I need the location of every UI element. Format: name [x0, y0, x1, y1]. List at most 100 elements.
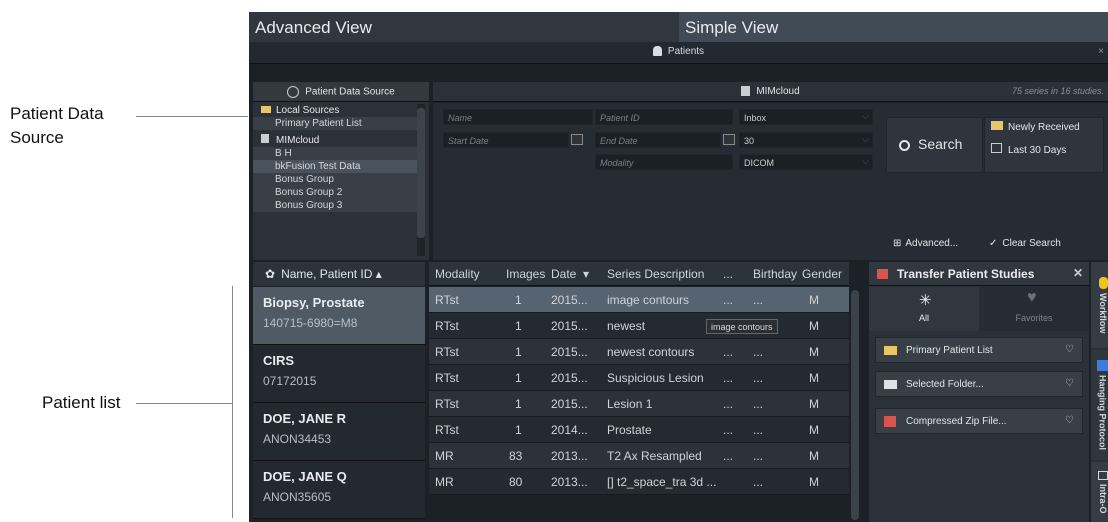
advanced-search-icon: ⊞: [893, 238, 902, 249]
table-row[interactable]: RTst 1 2015... newest M image contours: [429, 313, 849, 339]
col-gender[interactable]: Gender: [802, 267, 842, 281]
start-date-input[interactable]: Start Date: [443, 132, 569, 148]
transfer-primary-patient-list[interactable]: Primary Patient List ♡: [875, 337, 1083, 363]
workflow-icon: [1098, 276, 1108, 289]
table-row[interactable]: RTst 1 2014... Prostate...... M: [429, 417, 849, 443]
table-row[interactable]: RTst 1 2015... newest contours...... M: [429, 339, 849, 365]
source-bkfusion-test-data[interactable]: bkFusion Test Data: [253, 160, 423, 173]
table-row[interactable]: RTst 1 2015... image contours...... M: [429, 287, 849, 313]
source-b-h[interactable]: B H: [253, 147, 423, 160]
source-select[interactable]: Inbox ⌵: [739, 109, 873, 125]
close-icon[interactable]: ✕: [1073, 266, 1083, 280]
col-birthday[interactable]: Birthday: [753, 267, 797, 281]
series-table: RTst 1 2015... image contours...... M RTst 1 2…: [429, 287, 849, 522]
source-primary-patient-list[interactable]: Primary Patient List: [253, 117, 423, 130]
patients-title: Patients: [667, 46, 705, 57]
heart-outline-icon[interactable]: ♡: [1065, 344, 1074, 355]
source-local-sources[interactable]: Local Sources: [253, 104, 423, 117]
close-icon[interactable]: ×: [1098, 46, 1104, 57]
patient-row[interactable]: Biopsy, Prostate 140715-6980=M8: [253, 287, 425, 345]
transfer-icon: [877, 269, 888, 279]
name-input[interactable]: Name: [443, 109, 593, 125]
folder-icon: [261, 106, 271, 113]
folder-icon: [884, 346, 897, 355]
search-button[interactable]: Search: [886, 117, 983, 173]
search-icon: [899, 139, 910, 151]
patient-row[interactable]: DOE, JANE Q ANON35605: [253, 461, 425, 519]
quick-filter-panel: Newly Received Last 30 Days: [984, 117, 1104, 173]
calendar-icon: [991, 143, 1002, 153]
cloud-person-icon: [741, 86, 751, 97]
annotation-pointer-line: [136, 403, 232, 404]
series-scrollbar-thumb[interactable]: [851, 290, 859, 520]
folder-icon: [991, 121, 1003, 130]
table-row[interactable]: RTst 1 2015... Lesion 1...... M: [429, 391, 849, 417]
transfer-header: Transfer Patient Studies ✕: [869, 262, 1089, 286]
annotation-patient-list: Patient list: [42, 393, 121, 412]
chevron-down-icon: ⌵: [862, 156, 869, 166]
side-tab-hanging-protocol[interactable]: Hanging Protocol: [1091, 350, 1108, 460]
hanging-protocol-icon: [1097, 360, 1108, 371]
cloud-person-icon: [261, 134, 269, 143]
source-bonus-group-2[interactable]: Bonus Group 2: [253, 186, 423, 199]
table-row[interactable]: MR 83 2013... T2 Ax Resampled...... M: [429, 443, 849, 469]
col-images[interactable]: Images: [506, 267, 545, 281]
table-row[interactable]: MR 80 2013...[] t2_space_tra 3d ...... M: [429, 469, 849, 495]
patient-data-source-list: Local Sources Primary Patient List MIMcl…: [253, 104, 423, 260]
series-table-header: Modality Images Date ▾ Series Descriptio…: [429, 262, 849, 286]
modality-input[interactable]: Modality: [595, 154, 733, 170]
clear-search-button[interactable]: ✓ Clear Search: [989, 238, 1061, 249]
tab-all[interactable]: ✳ All: [869, 287, 979, 331]
advanced-search-button[interactable]: ⊞ Advanced...: [893, 238, 958, 249]
sort-up-icon: ▴: [375, 267, 382, 281]
patient-row[interactable]: DOE, JANE R ANON34453: [253, 403, 425, 461]
col-more[interactable]: ...: [723, 267, 733, 281]
chevron-down-icon: ⌵: [862, 134, 869, 144]
patient-data-source-header: Patient Data Source: [253, 82, 429, 102]
gear-icon: ✿: [265, 267, 276, 281]
end-date-input[interactable]: End Date: [595, 132, 721, 148]
annotation-pointer-line: [136, 116, 248, 117]
network-icon: [287, 86, 300, 98]
transfer-tabs: ✳ All ♥ Favorites: [869, 287, 1089, 331]
table-row[interactable]: RTst 1 2015... Suspicious Lesion...... M: [429, 365, 849, 391]
person-icon: [652, 46, 662, 57]
folder-icon: [884, 380, 897, 389]
tab-advanced-view[interactable]: Advanced View: [249, 12, 679, 42]
col-modality[interactable]: Modality: [435, 267, 480, 281]
zip-icon: [884, 416, 896, 427]
series-count: 75 series in 16 studies.: [1011, 86, 1104, 96]
tab-favorites[interactable]: ♥ Favorites: [979, 287, 1089, 331]
patient-list: Biopsy, Prostate 140715-6980=M8 CIRS 07172…: [253, 287, 425, 522]
days-select[interactable]: 30 ⌵: [739, 132, 873, 148]
brush-icon: ✓: [989, 238, 998, 249]
side-tab-intra-op[interactable]: Intra-O: [1091, 462, 1108, 522]
source-mimcloud[interactable]: MIMcloud: [253, 134, 423, 147]
patient-id-input[interactable]: Patient ID: [595, 109, 733, 125]
calendar-icon[interactable]: [723, 134, 735, 145]
heart-outline-icon[interactable]: ♡: [1065, 378, 1074, 389]
transfer-selected-folder[interactable]: Selected Folder... ♡: [875, 371, 1083, 397]
chevron-down-icon: ⌵: [862, 111, 869, 121]
tab-simple-view[interactable]: Simple View: [679, 12, 1108, 42]
annotation-patient-data-source-line1: Patient Data: [10, 104, 104, 123]
source-scrollbar-thumb[interactable]: [417, 108, 425, 238]
transfer-compressed-zip[interactable]: Compressed Zip File... ♡: [875, 408, 1083, 434]
source-bonus-group-3[interactable]: Bonus Group 3: [253, 199, 423, 212]
format-select[interactable]: DICOM ⌵: [739, 154, 873, 170]
sort-down-icon: ▾: [583, 267, 590, 281]
side-tab-workflow[interactable]: Workflow: [1091, 262, 1108, 348]
intra-op-icon: [1098, 470, 1108, 480]
calendar-icon[interactable]: [571, 134, 583, 145]
patient-row[interactable]: CIRS 07172015: [253, 345, 425, 403]
heart-outline-icon[interactable]: ♡: [1065, 415, 1074, 426]
annotation-bracket-line: [232, 286, 233, 518]
last-30-days-button[interactable]: Last 30 Days: [985, 140, 1103, 162]
col-date[interactable]: Date: [551, 267, 576, 281]
source-bonus-group[interactable]: Bonus Group: [253, 173, 423, 186]
patient-sort-header[interactable]: ✿ Name, Patient ID ▴: [253, 262, 425, 286]
heart-icon: ♥: [1027, 289, 1037, 306]
col-series-description[interactable]: Series Description: [607, 267, 704, 281]
tooltip: image contours: [706, 319, 778, 334]
newly-received-button[interactable]: Newly Received: [985, 118, 1103, 140]
